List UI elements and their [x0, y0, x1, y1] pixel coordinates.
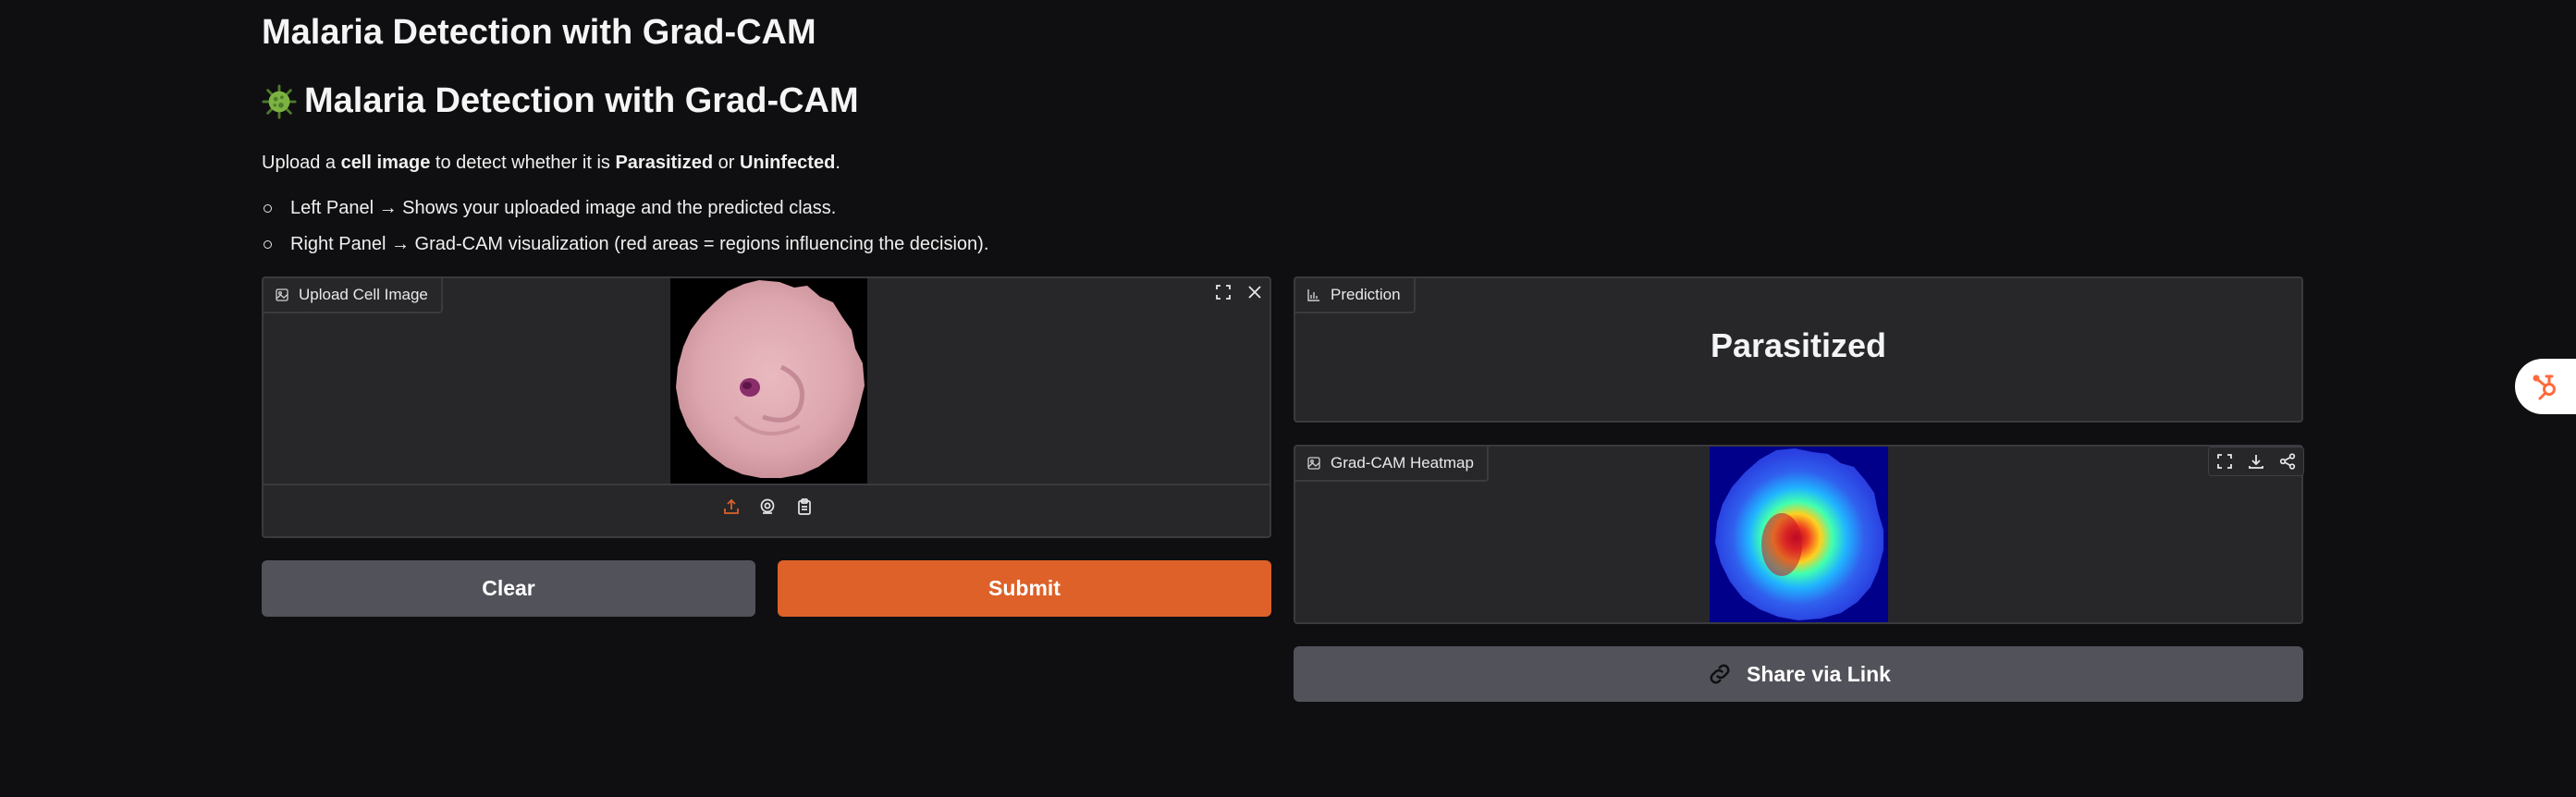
submit-button[interactable]: Submit: [778, 560, 1271, 617]
share-icon: [2279, 453, 2296, 470]
image-icon: [276, 288, 288, 301]
heading-text: Malaria Detection with Grad-CAM: [304, 81, 859, 120]
gradcam-heatmap-image: [1710, 447, 1888, 622]
intro-text: Upload a cell image to detect whether it…: [262, 153, 840, 173]
clipboard-icon: [798, 498, 811, 515]
bullet-icon: [264, 204, 272, 213]
share-via-link-button[interactable]: Share via Link: [1294, 646, 2303, 702]
gradcam-panel-label: Grad-CAM Heatmap: [1295, 447, 1489, 482]
webcam-source-button[interactable]: [752, 493, 783, 521]
instructions-list: Left Panel → Shows your uploaded image a…: [262, 190, 988, 263]
gradcam-toolbar: [2208, 447, 2304, 476]
clear-button[interactable]: Clear: [262, 560, 755, 617]
expand-icon: [2217, 454, 2232, 469]
webcam-icon: [760, 498, 775, 514]
link-icon: [1710, 664, 1730, 684]
expand-icon: [1216, 285, 1231, 300]
list-item: Left Panel → Shows your uploaded image a…: [262, 190, 988, 227]
app-heading: Malaria Detection with Grad-CAM: [262, 81, 859, 121]
upload-source-button[interactable]: [716, 493, 747, 521]
prediction-label-value: Parasitized: [1710, 326, 1887, 364]
bullet-icon: [264, 240, 272, 249]
download-icon: [2249, 455, 2263, 469]
clipboard-source-button[interactable]: [789, 493, 820, 521]
bar-chart-icon: [1307, 289, 1319, 301]
fullscreen-button[interactable]: [2209, 448, 2240, 475]
download-button[interactable]: [2240, 448, 2272, 475]
upload-icon: [724, 498, 739, 514]
microbe-icon: [262, 83, 297, 119]
upload-image-panel[interactable]: Upload Cell Image: [262, 276, 1271, 538]
upload-panel-label: Upload Cell Image: [264, 278, 443, 313]
hubspot-icon: [2533, 374, 2556, 400]
list-item: Right Panel → Grad-CAM visualization (re…: [262, 227, 988, 263]
share-button[interactable]: [2272, 448, 2303, 475]
gradcam-heatmap-panel: Grad-CAM Heatmap: [1294, 445, 2304, 624]
prediction-panel-label: Prediction: [1295, 278, 1416, 313]
uploaded-cell-image: [670, 278, 867, 484]
fullscreen-button[interactable]: [1208, 278, 1239, 306]
clear-image-button[interactable]: [1239, 278, 1270, 306]
page-title: Malaria Detection with Grad-CAM: [262, 13, 816, 52]
floating-widget-tab[interactable]: [2515, 359, 2576, 414]
image-icon: [1307, 457, 1320, 470]
close-icon: [1248, 286, 1261, 299]
